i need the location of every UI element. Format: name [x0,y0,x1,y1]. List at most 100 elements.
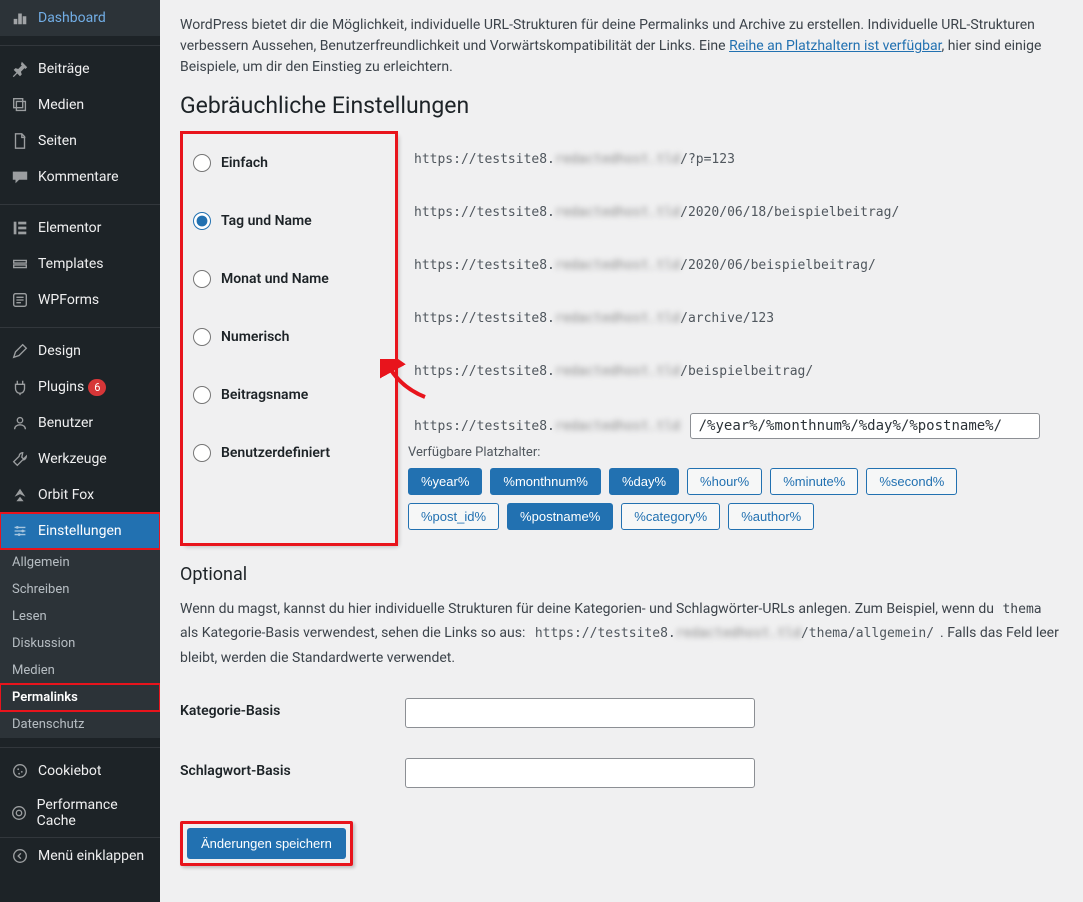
users-icon [10,413,30,433]
submenu-writing[interactable]: Schreiben [0,576,160,603]
sidebar-item-perfcache[interactable]: Performance Cache [0,789,160,837]
sidebar-item-media[interactable]: Medien [0,87,160,123]
sidebar-label: Medien [38,97,84,113]
sidebar-item-templates[interactable]: Templates [0,246,160,282]
structure-tag-second[interactable]: %second% [866,468,957,495]
optional-example-url: https://testsite8.redactedhost.tld/thema… [529,620,940,648]
sample-plain: https://testsite8.redactedhost.tld/?p=12… [408,148,741,171]
structure-tag-post_id[interactable]: %post_id% [408,503,499,530]
plugins-icon [10,377,30,397]
tag-base-label: Schlagwort-Basis [180,743,395,803]
tools-icon [10,449,30,469]
sidebar-label: Performance Cache [37,797,152,829]
sample-custom-prefix: https://testsite8.redactedhost.tld [408,415,686,438]
settings-submenu: Allgemein Schreiben Lesen Diskussion Med… [0,549,160,738]
save-highlight: Änderungen speichern [180,821,353,866]
sidebar-label: Plugins [38,379,84,395]
submenu-general[interactable]: Allgemein [0,549,160,576]
sidebar-item-elementor[interactable]: Elementor [0,210,160,246]
option-monthname[interactable]: Monat und Name [193,270,385,288]
sidebar-label: Dashboard [38,10,106,26]
radio-dayname[interactable] [193,212,211,230]
structure-tag-minute[interactable]: %minute% [770,468,858,495]
structure-tag-postname[interactable]: %postname% [507,503,613,530]
cookiebot-icon [10,761,30,781]
structure-tag-author[interactable]: %author% [728,503,814,530]
pin-icon [10,59,30,79]
common-settings-heading: Gebräuchliche Einstellungen [180,92,1063,119]
settings-icon [10,521,30,541]
sidebar-item-pages[interactable]: Seiten [0,123,160,159]
structure-tag-category[interactable]: %category% [621,503,720,530]
sidebar-collapse[interactable]: Menü einklappen [0,837,160,874]
save-button[interactable]: Änderungen speichern [187,828,346,859]
sidebar-item-comments[interactable]: Kommentare [0,159,160,195]
sample-postname: https://testsite8.redactedhost.tld/beisp… [408,360,819,383]
sidebar-label: Design [38,343,81,359]
radio-numeric[interactable] [193,328,211,346]
radio-custom[interactable] [193,444,211,462]
submenu-reading[interactable]: Lesen [0,603,160,630]
collapse-icon [10,846,30,866]
option-numeric[interactable]: Numerisch [193,328,385,346]
cache-icon [10,803,29,823]
appearance-icon [10,341,30,361]
tag-base-input[interactable] [405,758,755,788]
radio-monthname[interactable] [193,270,211,288]
main-content: WordPress bietet dir die Möglichkeit, in… [160,0,1083,902]
dashboard-icon [10,8,30,28]
sample-numeric: https://testsite8.redactedhost.tld/archi… [408,307,780,330]
optional-paragraph: Wenn du magst, kannst du hier individuel… [180,599,1063,669]
submenu-privacy[interactable]: Datenschutz [0,711,160,738]
radio-plain[interactable] [193,154,211,172]
orbitfox-icon [10,485,30,505]
available-tags-label: Verfügbare Platzhalter: [408,445,1052,460]
structure-tag-hour[interactable]: %hour% [687,468,762,495]
sidebar-item-users[interactable]: Benutzer [0,405,160,441]
option-postname[interactable]: Beitragsname [193,386,385,404]
custom-structure-input[interactable] [690,413,1040,439]
sidebar-item-dashboard[interactable]: Dashboard [0,0,160,36]
sidebar-item-tools[interactable]: Werkzeuge [0,441,160,477]
pages-icon [10,131,30,151]
submenu-permalinks[interactable]: Permalinks [0,684,160,711]
placeholders-link[interactable]: Reihe an Platzhaltern ist verfügbar [729,38,941,54]
sidebar-label: Orbit Fox [38,487,94,503]
option-plain[interactable]: Einfach [193,154,385,172]
structure-tag-year[interactable]: %year% [408,468,482,495]
sidebar-item-wpforms[interactable]: WPForms [0,282,160,318]
sidebar-label: Einstellungen [38,523,122,539]
submenu-media[interactable]: Medien [0,657,160,684]
option-custom[interactable]: Benutzerdefiniert [193,444,385,462]
sample-dayname: https://testsite8.redactedhost.tld/2020/… [408,201,905,224]
admin-sidebar: Dashboard Beiträge Medien Seiten Komment… [0,0,160,902]
radio-postname[interactable] [193,386,211,404]
comments-icon [10,167,30,187]
submenu-discussion[interactable]: Diskussion [0,630,160,657]
wpforms-icon [10,290,30,310]
sidebar-item-plugins[interactable]: Plugins 6 [0,369,160,405]
permalink-options-table: Einfach Tag und Name Monat und Name Nume… [180,131,1063,546]
structure-tag-day[interactable]: %day% [609,468,679,495]
sidebar-label: Kommentare [38,169,119,185]
plugins-update-badge: 6 [88,379,106,396]
category-base-input[interactable] [405,698,755,728]
structure-tag-monthnum[interactable]: %monthnum% [490,468,601,495]
elementor-icon [10,218,30,238]
sidebar-item-cookiebot[interactable]: Cookiebot [0,753,160,789]
sidebar-label: Templates [38,256,104,272]
sidebar-item-posts[interactable]: Beiträge [0,51,160,87]
sidebar-label: Cookiebot [38,763,101,779]
category-base-label: Kategorie-Basis [180,683,395,743]
option-dayname[interactable]: Tag und Name [193,212,385,230]
sidebar-label: Beiträge [38,61,90,77]
sidebar-label: Menü einklappen [38,848,144,864]
sidebar-label: Benutzer [38,415,93,431]
optional-heading: Optional [180,564,1063,585]
media-icon [10,95,30,115]
sidebar-item-orbitfox[interactable]: Orbit Fox [0,477,160,513]
sidebar-label: Elementor [38,220,101,236]
sidebar-item-settings[interactable]: Einstellungen [0,513,160,549]
sidebar-label: Seiten [38,133,77,149]
sidebar-item-design[interactable]: Design [0,333,160,369]
